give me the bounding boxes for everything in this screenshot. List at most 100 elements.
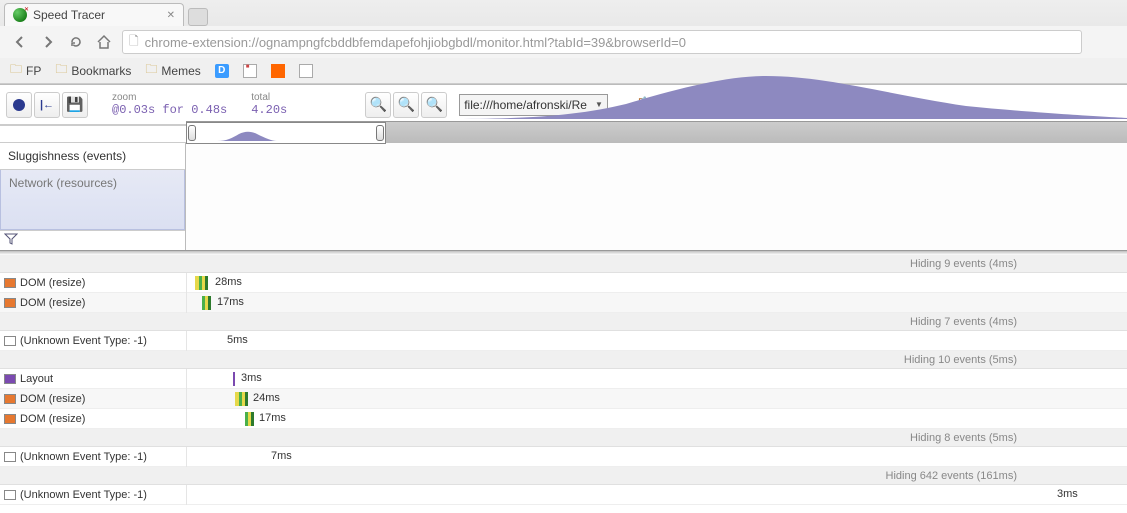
reset-icon: |← — [40, 99, 54, 111]
home-button[interactable] — [94, 32, 114, 52]
tab-title: Speed Tracer — [33, 8, 161, 22]
events-list: Hiding 9 events (4ms) DOM (resize) 28ms … — [0, 255, 1127, 513]
back-button[interactable] — [10, 32, 30, 52]
duration-label: 24ms — [253, 392, 280, 404]
duration-label: 7ms — [271, 450, 292, 462]
bookmark-icon-orange[interactable] — [271, 64, 285, 78]
event-name: (Unknown Event Type: -1) — [20, 451, 147, 463]
url-text: chrome-extension://ognampngfcbddbfemdape… — [145, 35, 1075, 50]
hiding-summary[interactable]: Hiding 8 events (5ms) — [0, 429, 1127, 447]
save-button[interactable]: 💾 — [62, 92, 88, 118]
scrubber-handle-left[interactable] — [188, 125, 196, 141]
timeline-scrubber[interactable] — [186, 121, 1127, 143]
page-icon: 🗋 — [129, 32, 139, 53]
bar-segment — [245, 392, 248, 406]
record-button[interactable] — [6, 92, 32, 118]
new-tab-button[interactable] — [188, 8, 208, 26]
scrubber-handle-right[interactable] — [376, 125, 384, 141]
hiding-summary[interactable]: Hiding 642 events (161ms) — [0, 467, 1127, 485]
bookmark-memes[interactable]: 🗀Memes — [145, 60, 200, 81]
hiding-summary[interactable]: Hiding 7 events (4ms) — [0, 313, 1127, 331]
bookmark-icon-doc[interactable] — [299, 64, 313, 78]
event-name: DOM (resize) — [20, 413, 85, 425]
bar-segment — [205, 276, 208, 290]
bookmark-fp[interactable]: 🗀FP — [10, 60, 41, 81]
reload-button[interactable] — [66, 32, 86, 52]
bar-segment — [233, 372, 235, 386]
event-row-unknown[interactable]: (Unknown Event Type: -1) 7ms — [0, 447, 1127, 467]
browser-chrome: Speed Tracer ✕ 🗋 chrome-extension://ogna… — [0, 0, 1127, 85]
bar-segment — [251, 412, 254, 426]
event-row-layout[interactable]: Layout 3ms — [0, 369, 1127, 389]
color-chip-icon — [4, 336, 16, 346]
network-area-chart — [446, 74, 1127, 119]
overview-chart — [186, 143, 1127, 250]
event-row-dom-resize[interactable]: DOM (resize) 17ms — [0, 293, 1127, 313]
save-icon: 💾 — [66, 96, 83, 113]
overview-row: Sluggishness (events) Network (resources… — [0, 143, 1127, 251]
section-label: Sluggishness (events) — [8, 149, 126, 163]
event-row-unknown[interactable]: (Unknown Event Type: -1) 3ms — [0, 485, 1127, 505]
disqus-icon: D — [215, 64, 229, 78]
tab-strip: Speed Tracer ✕ — [0, 0, 1127, 26]
navigation-bar: 🗋 chrome-extension://ognampngfcbddbfemda… — [0, 26, 1127, 58]
scrubber-window[interactable] — [186, 122, 386, 144]
speedtracer-favicon-icon — [13, 8, 27, 22]
event-name: DOM (resize) — [20, 393, 85, 405]
record-icon — [13, 99, 25, 111]
color-chip-icon — [4, 490, 16, 500]
hiding-summary[interactable]: Hiding 10 events (5ms) — [0, 351, 1127, 369]
event-name: (Unknown Event Type: -1) — [20, 335, 147, 347]
zoom-controls: 🔍 🔍 🔍 — [365, 92, 447, 118]
zoom-fit-icon: 🔍 — [426, 96, 443, 113]
event-row-dom-resize[interactable]: DOM (resize) 28ms — [0, 273, 1127, 293]
bookmark-icon-calendar[interactable] — [243, 64, 257, 78]
mini-chart — [217, 129, 277, 141]
zoom-label: zoom — [112, 92, 227, 103]
forward-button[interactable] — [38, 32, 58, 52]
color-chip-icon — [4, 278, 16, 288]
event-name: DOM (resize) — [20, 277, 85, 289]
color-chip-icon — [4, 414, 16, 424]
zoom-in-button[interactable]: 🔍 — [393, 92, 419, 118]
zoom-out-button[interactable]: 🔍 — [365, 92, 391, 118]
zoom-info: zoom @0.03s for 0.48s — [112, 92, 227, 117]
event-row-unknown[interactable]: (Unknown Event Type: -1) 5ms — [0, 331, 1127, 351]
hiding-summary[interactable]: Hiding 9 events (4ms) — [0, 255, 1127, 273]
section-panel: Sluggishness (events) Network (resources… — [0, 143, 186, 250]
section-sluggishness[interactable]: Sluggishness (events) — [0, 143, 185, 170]
event-name: Layout — [20, 373, 53, 385]
total-info: total 4.20s — [251, 92, 311, 117]
color-chip-icon — [4, 374, 16, 384]
bookmark-icon-d[interactable]: D — [215, 64, 229, 78]
color-chip-icon — [4, 452, 16, 462]
event-name: DOM (resize) — [20, 297, 85, 309]
close-tab-icon[interactable]: ✕ — [167, 10, 175, 21]
bookmark-bookmarks[interactable]: 🗀Bookmarks — [55, 60, 131, 81]
duration-label: 28ms — [215, 276, 242, 288]
filter-icon[interactable] — [4, 233, 18, 248]
zoom-value: @0.03s for 0.48s — [112, 103, 227, 117]
reset-button[interactable]: |← — [34, 92, 60, 118]
folder-icon: 🗀 — [145, 60, 157, 81]
color-chip-icon — [4, 394, 16, 404]
event-name: (Unknown Event Type: -1) — [20, 489, 147, 501]
bar-segment — [208, 296, 211, 310]
browser-tab[interactable]: Speed Tracer ✕ — [4, 3, 184, 26]
address-bar[interactable]: 🗋 chrome-extension://ognampngfcbddbfemda… — [122, 30, 1082, 54]
total-value: 4.20s — [251, 103, 311, 117]
zoom-in-icon: 🔍 — [398, 96, 415, 113]
event-row-dom-resize[interactable]: DOM (resize) 24ms — [0, 389, 1127, 409]
duration-label: 3ms — [1057, 488, 1087, 500]
zoom-fit-button[interactable]: 🔍 — [421, 92, 447, 118]
duration-label: 5ms — [227, 334, 248, 346]
section-network[interactable]: Network (resources) — [0, 170, 185, 230]
filter-row — [0, 230, 185, 250]
event-row-dom-resize[interactable]: DOM (resize) 17ms — [0, 409, 1127, 429]
calendar-icon — [243, 64, 257, 78]
square-icon — [271, 64, 285, 78]
color-chip-icon — [4, 298, 16, 308]
zoom-out-icon: 🔍 — [370, 96, 387, 113]
main-panel: 32ms 60ms 88ms 116ms 143ms 171ms 199ms 2… — [0, 125, 1127, 513]
folder-icon: 🗀 — [55, 60, 67, 81]
